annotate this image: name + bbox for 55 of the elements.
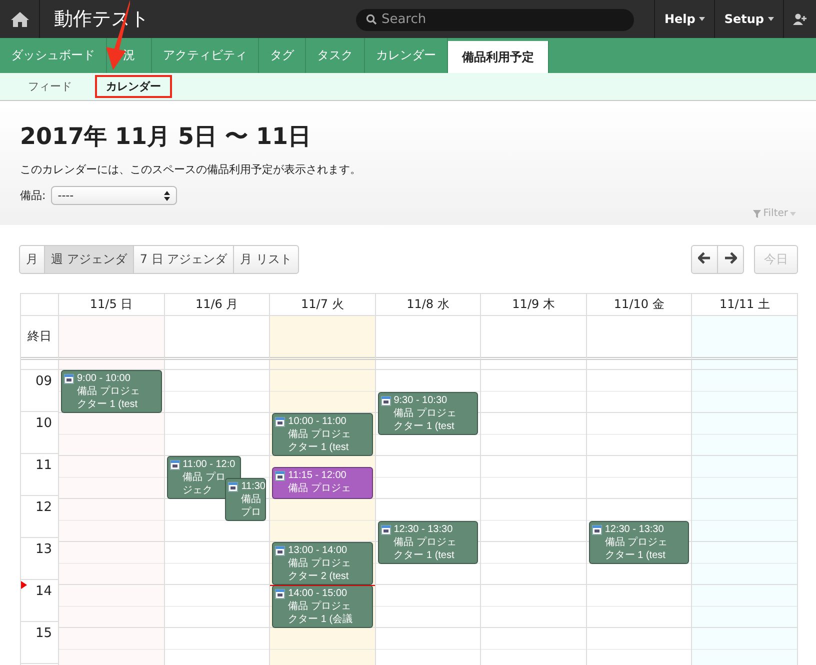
- day-header: 11/8 水: [376, 293, 482, 316]
- calendar-event[interactable]: 10:00 - 11:00 備品 プロジェ クター 1 (test: [272, 413, 373, 456]
- right-arrow-icon: [724, 252, 737, 264]
- calendar-icon: [275, 589, 286, 599]
- hour-label: 11: [21, 454, 58, 496]
- day-header: 11/6 月: [164, 293, 270, 316]
- day-header: 11/5 日: [59, 293, 165, 316]
- prev-button[interactable]: [691, 245, 718, 274]
- add-user-icon: [793, 13, 807, 25]
- view-button[interactable]: 7 日 アジェンダ: [132, 245, 234, 274]
- home-icon: [10, 10, 30, 28]
- hour-label: 15: [21, 622, 58, 664]
- day-header: 11/10 金: [586, 293, 692, 316]
- calendar-icon: [228, 482, 238, 492]
- hour-label: 14: [21, 580, 58, 622]
- view-button[interactable]: 月: [19, 245, 45, 274]
- calendar-event[interactable]: 9:30 - 10:30 備品 プロジェ クター 1 (test: [378, 392, 478, 434]
- calendar-icon: [380, 396, 391, 406]
- calendar-icon: [275, 470, 286, 481]
- calendar-event[interactable]: 13:00 - 14:00 備品 プロジェ クター 2 (test: [272, 542, 373, 585]
- filter-link[interactable]: Filter: [753, 208, 796, 219]
- updown-icon: [164, 190, 170, 200]
- search-field[interactable]: Search: [356, 8, 634, 30]
- day-header: 11/7 火: [270, 293, 376, 316]
- hour-label: 12: [21, 496, 58, 538]
- calendar-event[interactable]: 14:00 - 15:00 備品 プロジェ クター 1 (会議: [272, 585, 373, 628]
- day-header: 11/9 木: [481, 293, 587, 316]
- nav-tab[interactable]: 備品利用予定: [448, 41, 549, 73]
- calendar-event[interactable]: 12:30 - 13:30 備品 プロジェ クター 1 (test: [378, 520, 478, 564]
- calendar-event[interactable]: 11:15 - 12:00 備品 プロジェ: [272, 466, 373, 499]
- hour-label: 13: [21, 538, 58, 580]
- calendar-event[interactable]: 11:30 備品 プロ: [225, 478, 266, 520]
- calendar-icon: [64, 374, 74, 384]
- calendar-event[interactable]: 12:30 - 13:30 備品 プロジェ クター 1 (test: [588, 520, 690, 564]
- page-description: このカレンダーには、このスペースの備品利用予定が表示されます。: [20, 162, 362, 177]
- next-button[interactable]: [717, 245, 744, 274]
- subnav-link[interactable]: カレンダー: [95, 75, 172, 98]
- view-button[interactable]: 月 リスト: [233, 245, 299, 274]
- filter-label: 備品:: [20, 188, 46, 203]
- calendar-event[interactable]: 11:00 - 12:0 備品 プロ ジェク: [166, 456, 241, 499]
- page-title: 2017年 11月 5日 〜 11日: [20, 123, 312, 152]
- calendar-icon: [170, 460, 180, 470]
- funnel-icon: [753, 210, 762, 218]
- calendar-icon: [592, 524, 602, 534]
- hour-label: 09: [21, 370, 58, 412]
- subnav-link[interactable]: フィード: [17, 75, 83, 98]
- hour-label: 10: [21, 412, 58, 454]
- day-header: 11/11 土: [692, 293, 798, 316]
- calendar-event[interactable]: 9:00 - 10:00 備品 プロジェ クター 1 (test: [61, 370, 162, 413]
- left-arrow-icon: [698, 252, 711, 264]
- calendar-icon: [275, 417, 286, 427]
- calendar-icon: [380, 524, 391, 534]
- equipment-select[interactable]: ----: [50, 186, 177, 205]
- calendar-icon: [275, 546, 286, 556]
- view-button[interactable]: 週 アジェンダ: [44, 245, 134, 274]
